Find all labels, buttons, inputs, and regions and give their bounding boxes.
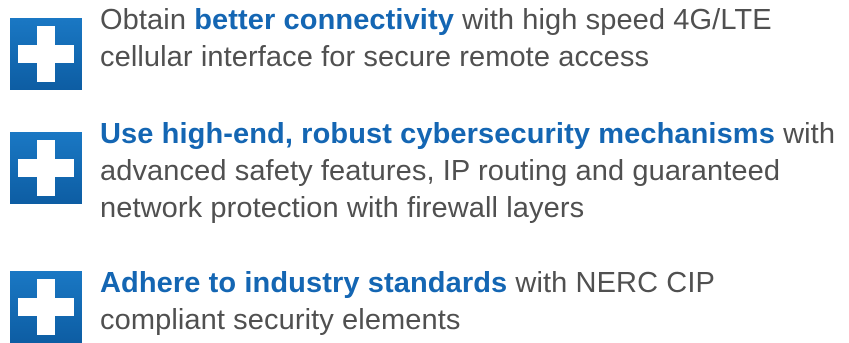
plus-icon <box>10 132 82 204</box>
feature-text: Use high-end, robust cybersecurity mecha… <box>100 116 840 227</box>
feature-highlight: better connectivity <box>194 4 454 36</box>
plus-icon <box>10 271 82 343</box>
feature-highlight: Use high-end, robust cybersecurity mecha… <box>100 118 775 150</box>
plus-icon <box>10 18 82 90</box>
feature-text: Obtain better connectivity with high spe… <box>100 2 840 76</box>
feature-highlight: Adhere to industry standards <box>100 267 508 299</box>
feature-prefix: Obtain <box>100 4 195 36</box>
feature-list: Obtain better connectivity with high spe… <box>0 0 849 343</box>
feature-text: Adhere to industry standards with NERC C… <box>100 265 840 339</box>
